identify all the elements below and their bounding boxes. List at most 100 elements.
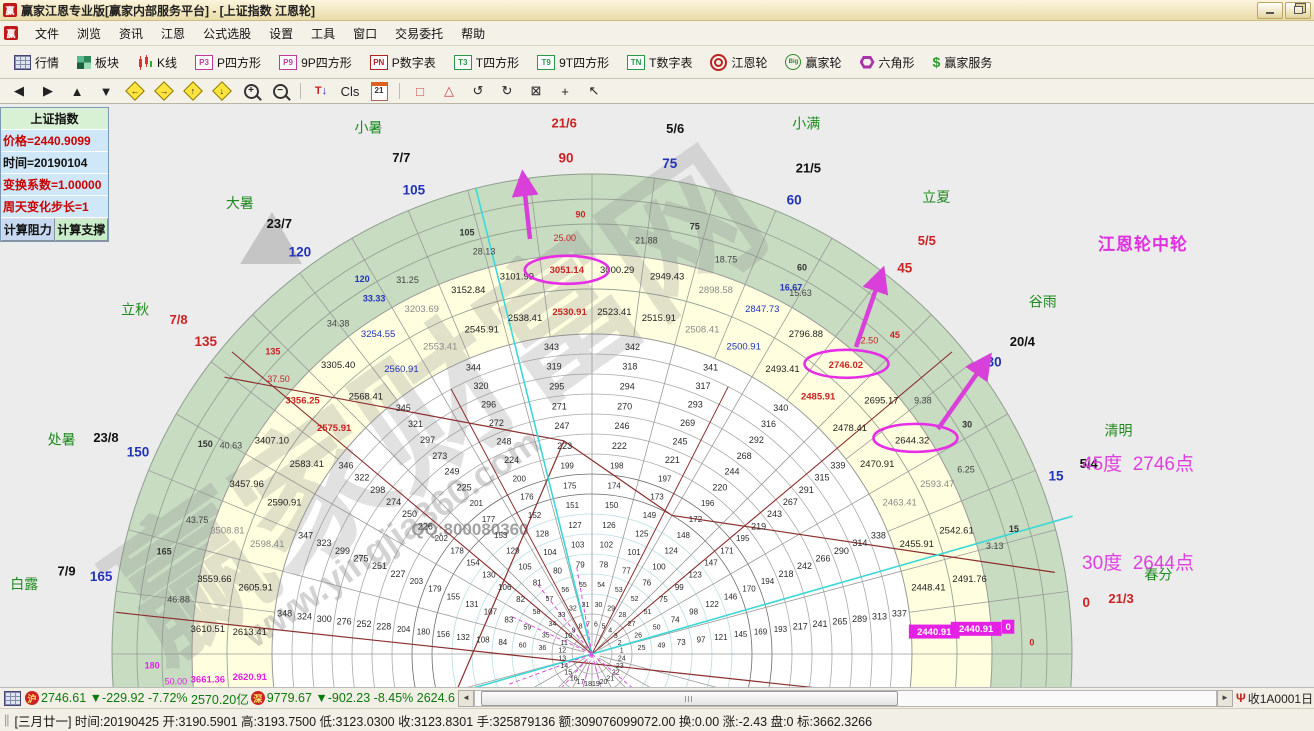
minimize-button[interactable] [1257,2,1283,19]
svg-text:6.25: 6.25 [957,465,975,475]
toolbar-button-quotes[interactable]: 行情 [6,50,67,75]
toolbar-button-t-square[interactable]: T3T四方形 [446,50,527,75]
tool-calendar[interactable]: 21 [366,81,392,102]
svg-text:7: 7 [586,622,590,629]
svg-text:243: 243 [767,509,782,519]
svg-text:21/5: 21/5 [796,161,821,176]
toolbar-button-p-number-table[interactable]: PNP数字表 [362,50,444,75]
svg-text:252: 252 [356,619,371,629]
status-bar: || [三月廿一] 时间:20190425 开:3190.5901 高:3193… [0,708,1314,731]
svg-text:75: 75 [659,595,668,604]
menu-item-file[interactable]: 文件 [26,22,68,45]
scroll-right-button[interactable]: ► [1217,690,1233,707]
kline-icon [137,55,153,70]
svg-text:2575.91: 2575.91 [317,423,352,434]
tool-zoom-out[interactable]: − [267,81,293,102]
svg-text:125: 125 [635,530,649,539]
toolbar-button-p-square[interactable]: P3P四方形 [187,50,269,75]
tool-square-tool[interactable]: □ [407,81,433,102]
tool-shift-left[interactable]: ← [122,81,148,102]
toolbar-button-winner-wheel[interactable]: Big赢家轮 [777,50,849,75]
toolbar-button-winner-service[interactable]: $赢家服务 [925,50,1001,75]
calc-resistance-button[interactable]: 计算阻力 [1,218,55,241]
tool-delete-box[interactable]: ⊠ [523,81,549,102]
tool-rotate-ccw[interactable]: ↺ [465,81,491,102]
main-toolbar: 行情板块K线P3P四方形P99P四方形PNP数字表T3T四方形T99T四方形TN… [0,46,1314,79]
menu-item-gann[interactable]: 江恩 [152,22,194,45]
tool-center-fit[interactable]: + [552,81,578,102]
svg-text:3356.25: 3356.25 [285,395,320,406]
restore-button[interactable] [1285,2,1311,19]
svg-text:2: 2 [618,640,622,647]
svg-text:78: 78 [599,561,608,570]
tool-pointer-up[interactable]: ▲ [64,81,90,102]
title-bar: 赢 赢家江恩专业版[赢家内部服务平台] - [上证指数 江恩轮] [0,0,1314,21]
svg-text:3559.66: 3559.66 [197,574,231,585]
svg-text:13: 13 [558,655,566,662]
svg-text:30: 30 [962,419,972,429]
tool-nav-right[interactable]: ▶ [35,81,61,102]
antenna-icon: Ψ [1236,691,1246,705]
tool-triangle-tool[interactable]: △ [436,81,462,102]
svg-text:2590.91: 2590.91 [267,498,301,509]
toolbar-button-kline[interactable]: K线 [129,50,185,75]
tool-price-axis[interactable]: T↓ [308,81,334,102]
svg-text:296: 296 [481,400,496,410]
tool-shift-up[interactable]: ↑ [180,81,206,102]
svg-text:2605.91: 2605.91 [238,582,272,593]
scrollbar-thumb[interactable] [481,691,898,706]
svg-text:269: 269 [680,418,695,428]
svg-text:2593.47: 2593.47 [920,479,954,490]
9p-square-icon: P9 [279,55,297,70]
tool-pointer-down[interactable]: ▼ [93,81,119,102]
svg-text:219: 219 [751,521,766,531]
svg-text:2478.41: 2478.41 [833,423,867,434]
menu-item-browse[interactable]: 浏览 [68,22,110,45]
quotes-icon [14,55,31,70]
tool-rotate-cw[interactable]: ↻ [494,81,520,102]
svg-text:241: 241 [813,619,828,629]
svg-text:170: 170 [742,585,756,594]
tool-cls[interactable]: Cls [337,81,363,102]
svg-text:3.13: 3.13 [986,541,1004,551]
svg-text:249: 249 [444,467,459,477]
svg-text:346: 346 [339,460,354,470]
tool-shift-down[interactable]: ↓ [209,81,235,102]
tool-pointer-tool[interactable]: ↖ [581,81,607,102]
menu-item-trade-entrust[interactable]: 交易委托 [386,22,452,45]
panel-row-3: 周天变化步长=1 [1,196,108,218]
tool-zoom-in[interactable]: + [238,81,264,102]
sz-pct: -8.45% [374,691,414,705]
toolbar-button-sectors[interactable]: 板块 [69,50,127,75]
menu-item-news[interactable]: 资讯 [110,22,152,45]
menu-item-help[interactable]: 帮助 [452,22,494,45]
menu-item-window[interactable]: 窗口 [344,22,386,45]
toolbar-button-9p-square[interactable]: P99P四方形 [271,50,360,75]
svg-text:314: 314 [852,538,867,548]
toolbar-button-t-number-table[interactable]: TNT数字表 [619,50,700,75]
winner-service-icon: $ [933,54,941,70]
svg-text:245: 245 [673,437,688,447]
toolbar-button-hexagon[interactable]: 六角形 [852,50,923,75]
svg-text:295: 295 [549,381,564,391]
quotes-grid-icon[interactable] [4,691,21,706]
svg-text:59: 59 [523,625,531,632]
svg-text:31: 31 [582,602,590,609]
svg-text:298: 298 [370,485,385,495]
menu-bar: 赢 文件浏览资讯江恩公式选股设置工具窗口交易委托帮助 [0,21,1314,46]
tool-shift-right[interactable]: → [151,81,177,102]
scroll-left-button[interactable]: ◄ [458,690,474,707]
svg-text:5: 5 [602,624,606,631]
menu-item-settings[interactable]: 设置 [260,22,302,45]
t-square-icon: T3 [454,55,472,70]
calc-support-button[interactable]: 计算支撑 [55,218,109,241]
svg-text:8: 8 [579,624,583,631]
menu-item-formula-stock-pick[interactable]: 公式选股 [194,22,260,45]
tool-nav-left[interactable]: ◀ [6,81,32,102]
toolbar-button-9t-square[interactable]: T99T四方形 [529,50,617,75]
horizontal-scrollbar[interactable] [474,690,1217,707]
wheel-key-levels-annotation: 45度 2746点 30度 2644点 [1082,382,1194,646]
toolbar-button-gann-wheel[interactable]: 江恩轮 [702,50,775,75]
menu-item-tools[interactable]: 工具 [302,22,344,45]
svg-text:153: 153 [494,531,508,540]
